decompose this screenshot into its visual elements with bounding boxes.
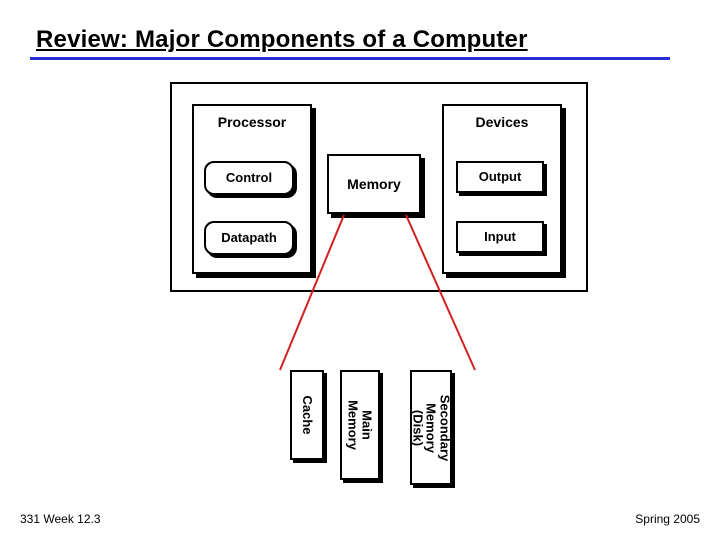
diagram-outer-box: Processor Control Datapath Memory Device… bbox=[170, 82, 588, 292]
cache-tier-box: Cache bbox=[290, 370, 324, 460]
processor-label: Processor bbox=[194, 114, 310, 130]
processor-box: Processor Control Datapath bbox=[192, 104, 312, 274]
devices-box: Devices Output Input bbox=[442, 104, 562, 274]
footer-right: Spring 2005 bbox=[635, 512, 700, 526]
main-memory-tier-box: Main Memory bbox=[340, 370, 380, 480]
datapath-box: Datapath bbox=[204, 221, 294, 255]
main-memory-line1: Main bbox=[360, 410, 375, 440]
cache-label: Cache bbox=[300, 395, 314, 434]
devices-label: Devices bbox=[444, 114, 560, 130]
memory-box: Memory bbox=[327, 154, 421, 214]
slide-title: Review: Major Components of a Computer bbox=[36, 26, 528, 54]
output-box: Output bbox=[456, 161, 544, 193]
secondary-line1: Secondary bbox=[437, 394, 452, 460]
secondary-line2: Memory bbox=[424, 403, 439, 453]
secondary-memory-label: Secondary Memory (Disk) bbox=[411, 394, 452, 460]
secondary-line3: (Disk) bbox=[410, 409, 425, 445]
control-box: Control bbox=[204, 161, 294, 195]
footer-left: 331 Week 12.3 bbox=[20, 512, 101, 526]
input-box: Input bbox=[456, 221, 544, 253]
title-underline bbox=[30, 57, 670, 60]
secondary-memory-tier-box: Secondary Memory (Disk) bbox=[410, 370, 452, 485]
main-memory-line2: Memory bbox=[346, 400, 361, 450]
main-memory-label: Main Memory bbox=[346, 400, 373, 450]
